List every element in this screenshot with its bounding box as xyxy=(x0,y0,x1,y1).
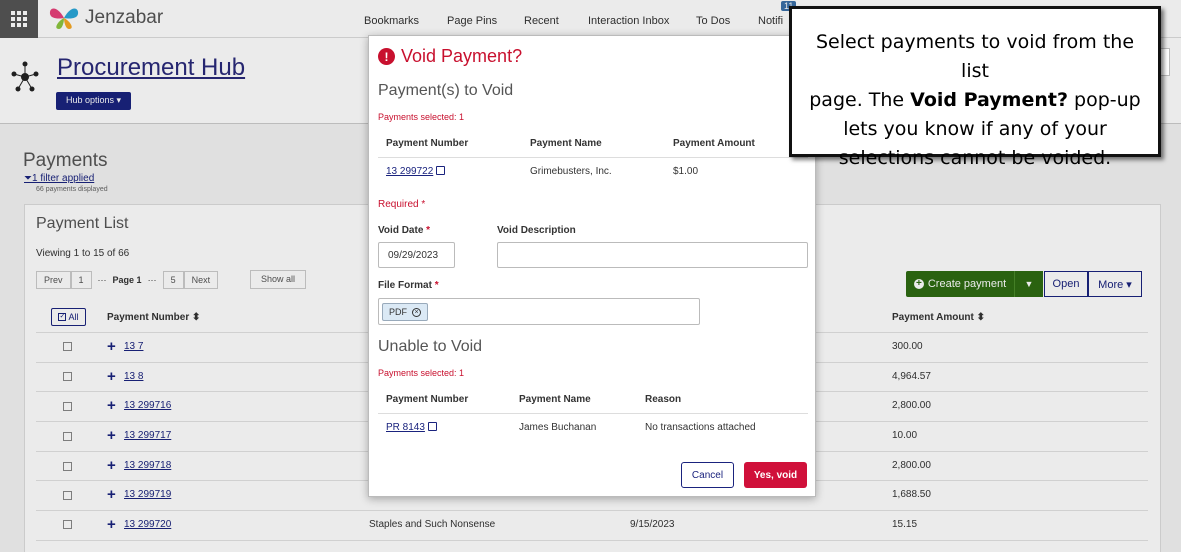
file-format-chip-label: PDF xyxy=(389,307,407,317)
file-format-chip[interactable]: PDF × xyxy=(382,303,428,321)
tutorial-callout: Select payments to void from the list pa… xyxy=(789,6,1161,169)
col-header-payment-number: Payment Number xyxy=(386,138,469,149)
table-divider xyxy=(378,413,808,414)
void-payment-amount: $1.00 xyxy=(673,166,699,177)
unable-to-void-heading: Unable to Void xyxy=(378,338,483,355)
void-description-input[interactable] xyxy=(497,242,808,268)
partial-input-edge xyxy=(1160,48,1170,76)
unable-payment-name: James Buchanan xyxy=(519,422,597,433)
table-divider xyxy=(378,157,808,158)
yes-void-button[interactable]: Yes, void xyxy=(744,462,807,488)
dialog-title: ! Void Payment? xyxy=(378,46,522,67)
required-label: Required xyxy=(378,199,419,210)
alert-icon: ! xyxy=(378,48,395,65)
selected-count-void: Payments selected: 1 xyxy=(378,112,465,122)
unable-payment-number: PR 8143 xyxy=(386,422,425,433)
void-payment-dialog: ! Void Payment? Payment(s) to Void Payme… xyxy=(368,35,816,497)
callout-line-3: lets you know if any of your xyxy=(843,118,1107,140)
file-format-label: File Format * xyxy=(378,280,439,291)
unable-payment-number-link[interactable]: PR 8143 xyxy=(386,422,437,433)
void-date-input[interactable]: 09/29/2023 xyxy=(378,242,455,268)
dialog-title-text: Void Payment? xyxy=(401,46,523,66)
void-payment-number: 13 299722 xyxy=(386,166,434,177)
callout-line-4: selections cannot be voided. xyxy=(838,147,1112,169)
col-header-payment-name: Payment Name xyxy=(530,138,602,149)
to-void-heading: Payment(s) to Void xyxy=(378,82,514,99)
void-date-label: Void Date * xyxy=(378,225,431,236)
cancel-button[interactable]: Cancel xyxy=(681,462,734,488)
col-header-payment-name: Payment Name xyxy=(519,394,591,405)
unable-reason: No transactions attached xyxy=(645,422,756,433)
col-header-reason: Reason xyxy=(645,394,682,405)
external-link-icon xyxy=(436,166,446,175)
callout-line-2: page. The Void Payment? pop-up xyxy=(809,89,1141,111)
required-note: Required * xyxy=(378,199,426,210)
col-header-payment-amount: Payment Amount xyxy=(673,138,755,149)
void-payment-number-link[interactable]: 13 299722 xyxy=(386,166,446,177)
remove-chip-icon[interactable]: × xyxy=(412,307,421,317)
callout-line-1: Select payments to void from the list xyxy=(815,31,1135,82)
void-description-label: Void Description xyxy=(497,225,576,236)
external-link-icon xyxy=(427,422,437,431)
col-header-payment-number: Payment Number xyxy=(386,394,469,405)
void-payment-name: Grimebusters, Inc. xyxy=(530,166,612,177)
selected-count-unable: Payments selected: 1 xyxy=(378,368,465,378)
